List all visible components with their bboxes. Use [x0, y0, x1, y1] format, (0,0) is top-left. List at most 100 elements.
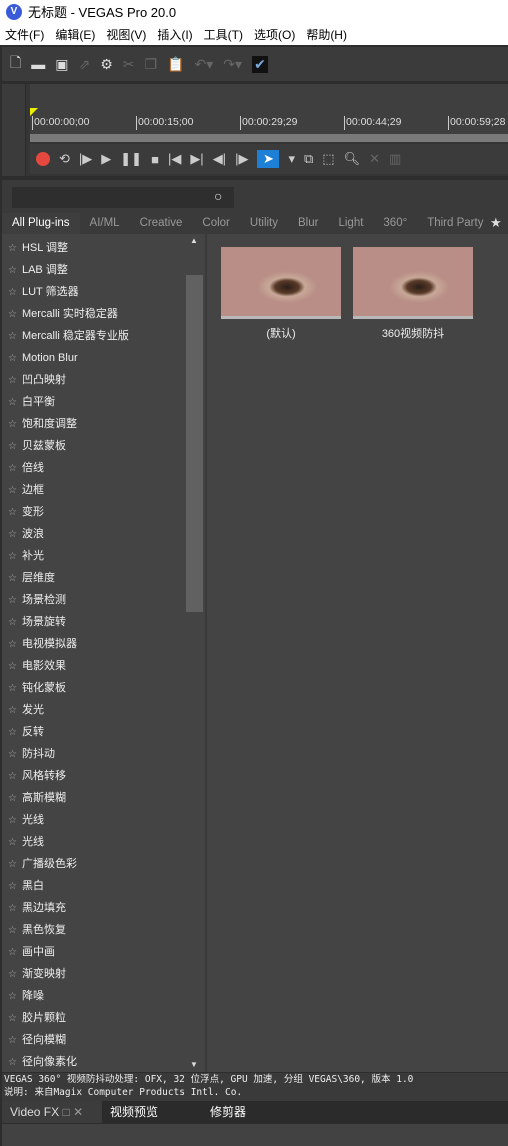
- plugin-list-item[interactable]: ☆ 电视模拟器: [8, 633, 77, 655]
- plugin-list-item[interactable]: ☆ 风格转移: [8, 765, 66, 787]
- plugin-list-item[interactable]: ☆ 钝化蒙板: [8, 677, 66, 699]
- star-icon[interactable]: ☆: [8, 441, 17, 452]
- zoom-tool-icon[interactable]: 🔍︎: [344, 151, 361, 167]
- tab-category[interactable]: AI/ML: [80, 213, 130, 234]
- star-icon[interactable]: ☆: [8, 1035, 17, 1046]
- plugin-list-item[interactable]: ☆ 场景检测: [8, 589, 66, 611]
- plugin-list-item[interactable]: ☆ 径向模糊: [8, 1029, 66, 1051]
- cut-icon[interactable]: ✂: [123, 56, 135, 73]
- tab-category[interactable]: All Plug-ins: [2, 213, 80, 234]
- scroll-down-icon[interactable]: ▼: [190, 1060, 198, 1069]
- plugin-list-item[interactable]: ☆ 倍线: [8, 457, 44, 479]
- star-icon[interactable]: ☆: [8, 947, 17, 958]
- paste-icon[interactable]: 📋: [167, 56, 184, 73]
- star-icon[interactable]: ☆: [8, 309, 17, 320]
- tab-video-fx[interactable]: Video FX □ ✕: [2, 1101, 102, 1123]
- star-icon[interactable]: ☆: [8, 925, 17, 936]
- go-start-icon[interactable]: |◀: [168, 151, 181, 167]
- tab-category[interactable]: Blur: [288, 213, 328, 234]
- plugin-list-item[interactable]: ☆ 变形: [8, 501, 44, 523]
- pause-icon[interactable]: ❚❚: [120, 151, 142, 167]
- plugin-list-item[interactable]: ☆ Mercalli 稳定器专业版: [8, 325, 129, 347]
- timeline-scroll[interactable]: [30, 134, 508, 142]
- tab-category[interactable]: Light: [328, 213, 373, 234]
- tab-category[interactable]: Third Party: [417, 213, 493, 234]
- open-folder-icon[interactable]: ▬: [31, 56, 45, 72]
- tab-category[interactable]: Creative: [130, 213, 193, 234]
- plugin-list-item[interactable]: ☆ 降噪: [8, 985, 44, 1007]
- close-icon[interactable]: ✕: [73, 1105, 83, 1119]
- tool-dropdown-icon[interactable]: ▾: [288, 151, 295, 167]
- star-icon[interactable]: ☆: [8, 463, 17, 474]
- star-icon[interactable]: ☆: [8, 903, 17, 914]
- star-icon[interactable]: ☆: [8, 529, 17, 540]
- plugin-list-item[interactable]: ☆ Motion Blur: [8, 347, 78, 369]
- star-icon[interactable]: ☆: [8, 551, 17, 562]
- star-icon[interactable]: ☆: [8, 859, 17, 870]
- preset-thumbnail[interactable]: 360视频防抖: [353, 247, 473, 341]
- plugin-list-item[interactable]: ☆ 高斯模糊: [8, 787, 66, 809]
- stop-icon[interactable]: ■: [151, 152, 159, 167]
- star-icon[interactable]: ☆: [8, 661, 17, 672]
- star-icon[interactable]: ☆: [8, 815, 17, 826]
- star-icon[interactable]: ☆: [8, 991, 17, 1002]
- plugin-list-item[interactable]: ☆ 贝兹蒙板: [8, 435, 66, 457]
- menu-item[interactable]: 视图(V): [101, 26, 152, 43]
- copy-icon[interactable]: ❐: [145, 56, 158, 73]
- prev-frame-icon[interactable]: ◀|: [213, 151, 226, 167]
- settings-gear-icon[interactable]: ⚙: [100, 56, 113, 73]
- menu-item[interactable]: 编辑(E): [50, 26, 101, 43]
- star-icon[interactable]: ☆: [8, 683, 17, 694]
- plugin-list-item[interactable]: ☆ 径向像素化: [8, 1051, 77, 1073]
- star-icon[interactable]: ☆: [8, 837, 17, 848]
- menu-item[interactable]: 选项(O): [249, 26, 301, 43]
- star-icon[interactable]: ☆: [8, 617, 17, 628]
- maximize-icon[interactable]: □: [63, 1105, 70, 1119]
- delete-icon[interactable]: ✕: [369, 151, 380, 167]
- plugin-list-item[interactable]: ☆ Mercalli 实时稳定器: [8, 303, 118, 325]
- next-frame-icon[interactable]: |▶: [235, 151, 248, 167]
- redo-icon[interactable]: ↷▾: [223, 56, 242, 73]
- plugin-list-item[interactable]: ☆ 黑白: [8, 875, 44, 897]
- plugin-list-item[interactable]: ☆ 防抖动: [8, 743, 55, 765]
- trim-icon[interactable]: ▥: [389, 151, 401, 167]
- star-icon[interactable]: ☆: [8, 397, 17, 408]
- play-from-start-icon[interactable]: |▶: [79, 151, 92, 167]
- star-icon[interactable]: ☆: [8, 507, 17, 518]
- new-file-icon[interactable]: 🗋: [10, 52, 21, 76]
- select-tool-icon[interactable]: ➤: [257, 150, 280, 168]
- tab-category[interactable]: Utility: [240, 213, 288, 234]
- plugin-list-item[interactable]: ☆ 电影效果: [8, 655, 66, 677]
- check-icon[interactable]: ✔: [252, 55, 268, 73]
- render-icon[interactable]: ⇗: [79, 56, 91, 73]
- plugin-list-item[interactable]: ☆ 广播级色彩: [8, 853, 77, 875]
- track-header-grip[interactable]: [2, 84, 26, 176]
- save-icon[interactable]: ▣: [55, 56, 68, 73]
- plugin-list-item[interactable]: ☆ 反转: [8, 721, 44, 743]
- plugin-list-item[interactable]: ☆ 层维度: [8, 567, 55, 589]
- menu-item[interactable]: 帮助(H): [301, 26, 353, 43]
- tab-video-preview[interactable]: 视频预览: [102, 1101, 202, 1123]
- play-icon[interactable]: ▶: [101, 151, 111, 167]
- plugin-list-item[interactable]: ☆ 黑边填充: [8, 897, 66, 919]
- plugin-list-item[interactable]: ☆ 饱和度调整: [8, 413, 77, 435]
- star-icon[interactable]: ☆: [8, 749, 17, 760]
- selection-rect-icon[interactable]: ⬚: [322, 151, 334, 167]
- menu-item[interactable]: 插入(I): [152, 26, 198, 43]
- loop-icon[interactable]: ⟲: [59, 151, 70, 167]
- star-icon[interactable]: ☆: [8, 595, 17, 606]
- star-icon[interactable]: ☆: [8, 573, 17, 584]
- plugin-list-item[interactable]: ☆ 白平衡: [8, 391, 55, 413]
- plugin-list-item[interactable]: ☆ 凹凸映射: [8, 369, 66, 391]
- plugin-list-item[interactable]: ☆ 补光: [8, 545, 44, 567]
- tab-category[interactable]: Color: [192, 213, 239, 234]
- record-icon[interactable]: [36, 152, 50, 166]
- star-icon[interactable]: ☆: [8, 287, 17, 298]
- menu-item[interactable]: 工具(T): [199, 26, 249, 43]
- plugin-list-item[interactable]: ☆ 光线: [8, 809, 44, 831]
- favorites-star-icon[interactable]: ★: [490, 215, 502, 231]
- plugin-list-item[interactable]: ☆ 边框: [8, 479, 44, 501]
- star-icon[interactable]: ☆: [8, 727, 17, 738]
- star-icon[interactable]: ☆: [8, 485, 17, 496]
- plugin-list-item[interactable]: ☆ 黑色恢复: [8, 919, 66, 941]
